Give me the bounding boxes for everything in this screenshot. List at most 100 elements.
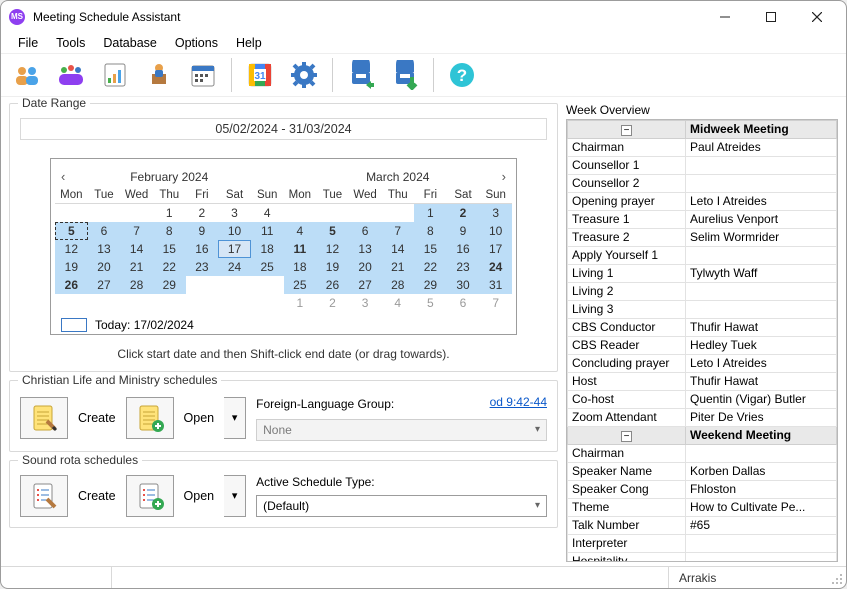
calendar-day[interactable]: 19 [55,258,88,276]
calendar-day[interactable]: 9 [447,222,480,240]
calendar-day[interactable]: 1 [284,294,317,312]
resize-grip-icon[interactable] [828,570,844,586]
calendar-day[interactable]: 28 [120,276,153,294]
calendar-day[interactable]: 19 [316,258,349,276]
menu-options[interactable]: Options [166,35,227,51]
group-header[interactable]: Weekend Meeting [686,427,837,445]
calendar-day[interactable]: 2 [447,204,480,222]
calendar-day[interactable]: 15 [153,240,186,258]
toolbar-group-icon[interactable] [53,57,89,93]
calendar-day[interactable]: 13 [88,240,121,258]
overview-row[interactable]: Concluding prayerLeto I Atreides [568,355,837,373]
calendar-day[interactable]: 2 [186,204,219,222]
calendar-next-icon[interactable]: › [502,169,506,184]
overview-row[interactable]: Co-hostQuentin (Vigar) Butler [568,391,837,409]
calendar-day[interactable]: 26 [316,276,349,294]
calendar-day[interactable]: 22 [414,258,447,276]
calendar-day[interactable]: 17 [218,240,251,258]
calendar-day[interactable]: 3 [479,204,512,222]
calendar-day[interactable]: 21 [120,258,153,276]
toolbar-import-icon[interactable] [343,57,379,93]
calendar-day[interactable]: 6 [447,294,480,312]
calendar-day[interactable]: 15 [414,240,447,258]
overview-row[interactable]: Counsellor 1 [568,157,837,175]
calendar-day[interactable]: 5 [55,222,88,240]
calendar-day[interactable]: 7 [120,222,153,240]
calendar-day[interactable]: 6 [349,222,382,240]
calendar-day[interactable]: 10 [218,222,251,240]
overview-row[interactable]: Hospitality [568,553,837,563]
minimize-button[interactable] [702,1,748,33]
overview-row[interactable]: Living 3 [568,301,837,319]
overview-row[interactable]: Interpreter [568,535,837,553]
close-button[interactable] [794,1,840,33]
overview-row[interactable]: HostThufir Hawat [568,373,837,391]
calendar-day[interactable]: 13 [349,240,382,258]
overview-row[interactable]: Treasure 1Aurelius Venport [568,211,837,229]
menu-tools[interactable]: Tools [47,35,94,51]
calendar-day[interactable]: 25 [251,258,284,276]
calendar-day[interactable]: 4 [284,222,317,240]
calendar-day[interactable]: 2 [316,294,349,312]
clm-group-combo[interactable]: None▾ [256,419,547,441]
calendar-day[interactable]: 20 [349,258,382,276]
calendar-day[interactable]: 14 [381,240,414,258]
calendar-day[interactable]: 22 [153,258,186,276]
calendar-day[interactable]: 3 [218,204,251,222]
overview-row[interactable]: Living 2 [568,283,837,301]
calendar-day[interactable]: 12 [55,240,88,258]
overview-row[interactable]: Chairman [568,445,837,463]
calendar-day[interactable]: 5 [316,222,349,240]
calendar-day[interactable]: 10 [479,222,512,240]
calendar-day[interactable]: 7 [479,294,512,312]
overview-row[interactable]: Living 1Tylwyth Waff [568,265,837,283]
calendar-day[interactable]: 30 [447,276,480,294]
calendar-prev-icon[interactable]: ‹ [61,169,65,184]
menu-file[interactable]: File [9,35,47,51]
calendar-day[interactable]: 17 [479,240,512,258]
calendar-day[interactable]: 11 [251,222,284,240]
maximize-button[interactable] [748,1,794,33]
calendar-day[interactable]: 23 [186,258,219,276]
overview-row[interactable]: Speaker NameKorben Dallas [568,463,837,481]
calendar-day[interactable]: 5 [414,294,447,312]
calendar[interactable]: ‹February 2024 MonTueWedThuFriSatSun1234… [50,158,517,335]
calendar-day[interactable]: 16 [447,240,480,258]
calendar-day[interactable]: 20 [88,258,121,276]
calendar-day[interactable]: 11 [284,240,317,258]
calendar-day[interactable]: 23 [447,258,480,276]
calendar-day[interactable]: 18 [251,240,284,258]
toolbar-report-icon[interactable] [97,57,133,93]
week-overview-grid[interactable]: −Midweek MeetingChairmanPaul AtreidesCou… [566,119,838,562]
overview-row[interactable]: Apply Yourself 1 [568,247,837,265]
calendar-day[interactable]: 14 [120,240,153,258]
calendar-day[interactable]: 25 [284,276,317,294]
calendar-day[interactable]: 4 [251,204,284,222]
calendar-day[interactable]: 16 [186,240,219,258]
clm-open-button[interactable] [126,397,174,439]
calendar-day[interactable]: 9 [186,222,219,240]
calendar-today-marker[interactable] [61,318,87,332]
overview-row[interactable]: Speaker CongFhloston [568,481,837,499]
calendar-day[interactable]: 24 [218,258,251,276]
calendar-day[interactable]: 12 [316,240,349,258]
srs-create-button[interactable] [20,475,68,517]
srs-open-button[interactable] [126,475,174,517]
calendar-day[interactable]: 27 [349,276,382,294]
overview-row[interactable]: CBS ReaderHedley Tuek [568,337,837,355]
calendar-day[interactable]: 29 [153,276,186,294]
calendar-today-label[interactable]: Today: 17/02/2024 [95,318,194,332]
group-header[interactable]: Midweek Meeting [686,121,837,139]
calendar-day[interactable]: 1 [153,204,186,222]
srs-open-dropdown[interactable]: ▾ [224,475,246,517]
overview-row[interactable]: CBS ConductorThufir Hawat [568,319,837,337]
scripture-link[interactable]: od 9:42-44 [490,395,547,409]
overview-row[interactable]: Zoom AttendantPiter De Vries [568,409,837,427]
toolbar-speaker-icon[interactable] [141,57,177,93]
overview-row[interactable]: Counsellor 2 [568,175,837,193]
calendar-day[interactable]: 7 [381,222,414,240]
calendar-day[interactable]: 4 [381,294,414,312]
menu-help[interactable]: Help [227,35,271,51]
calendar-day[interactable]: 24 [479,258,512,276]
clm-create-button[interactable] [20,397,68,439]
